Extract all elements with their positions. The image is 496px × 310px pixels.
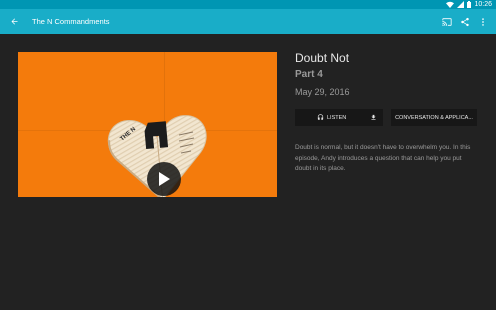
status-icons: 10:26 [446,0,492,9]
listen-label: LISTEN [327,114,347,121]
headphones-icon [317,114,324,120]
episode-description: Doubt is normal, but it doesn't have to … [295,144,471,172]
episode-part: Part 4 [295,69,323,80]
listen-label-group: LISTEN [317,114,346,121]
cast-icon[interactable] [438,13,455,30]
download-icon[interactable] [370,114,377,121]
share-icon[interactable] [456,13,473,30]
listen-button[interactable]: LISTEN [295,109,383,126]
episode-date: May 29, 2016 [295,87,350,97]
conversation-application-button[interactable]: CONVERSATION & APPLICA... [391,109,477,126]
status-bar: 10:26 [0,0,496,9]
battery-icon [467,1,472,8]
episode-details: Doubt Not Part 4 May 29, 2016 [295,50,485,98]
episode-title: Doubt Not [295,51,350,65]
signal-icon [457,1,465,8]
action-buttons: LISTEN CONVERSATION & APPLICA... [295,109,477,126]
app-bar: The N Commandments [0,9,496,34]
play-button[interactable] [147,162,181,196]
play-icon [159,172,170,186]
more-vert-icon[interactable] [474,13,491,30]
back-arrow-icon[interactable] [6,13,23,30]
status-time: 10:26 [474,1,492,8]
wifi-icon [446,1,455,8]
page-title: The N Commandments [32,17,110,26]
video-player[interactable]: THE N [18,52,277,197]
